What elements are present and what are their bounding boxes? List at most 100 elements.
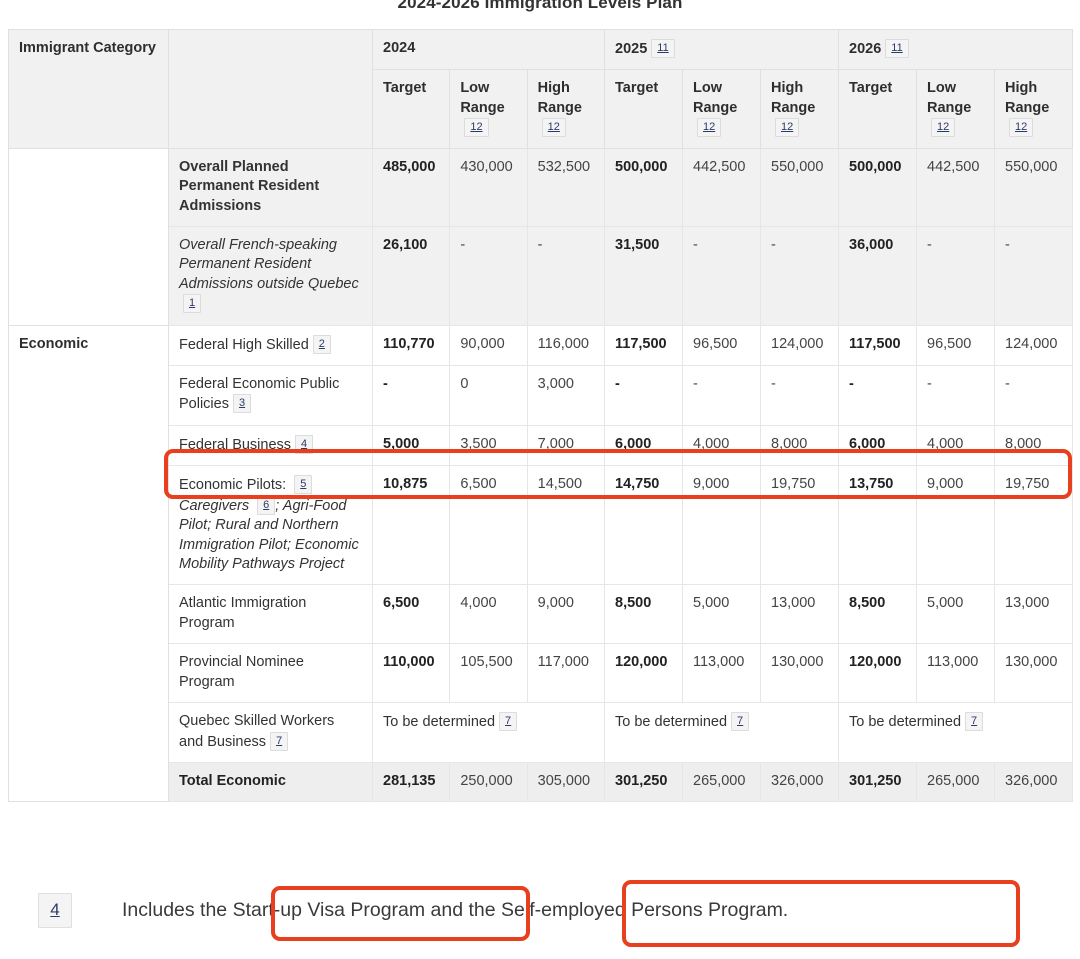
- footnote-ref-11[interactable]: 11: [885, 39, 909, 58]
- cell-2026-low: 9,000: [916, 465, 995, 586]
- table-row: Quebec Skilled Workers and Business 7 To …: [9, 702, 1073, 763]
- cell-2025-target: 31,500: [604, 225, 683, 326]
- footnote-marker-4[interactable]: 4: [38, 893, 72, 928]
- cell-2025-target: 500,000: [604, 147, 683, 227]
- cell-2024-target: 110,000: [371, 643, 451, 704]
- footnote-ref-12[interactable]: 12: [464, 118, 489, 138]
- row-label-federal-economic-public-policies: Federal Economic Public Policies 3: [168, 365, 373, 426]
- cell-2026-target: -: [838, 365, 917, 426]
- cell-2026-high: 130,000: [994, 643, 1073, 704]
- footnote-block: 4 Includes the Start-up Visa Program and…: [8, 893, 1072, 928]
- row-label-quebec-skilled-workers: Quebec Skilled Workers and Business 7: [168, 702, 373, 763]
- row-label-total-economic: Total Economic: [168, 761, 373, 803]
- footnote-ref-12[interactable]: 12: [931, 118, 956, 138]
- cell-2024-tbd: To be determined 7: [372, 702, 605, 763]
- cell-2024-target: 6,500: [371, 584, 451, 645]
- footnote-ref-7[interactable]: 7: [731, 712, 750, 732]
- row-label-atlantic-immigration-program: Atlantic Immigration Program: [168, 584, 373, 645]
- table-body: Overall Planned Permanent Resident Admis…: [8, 147, 1073, 803]
- footnote-ref-1[interactable]: 1: [183, 294, 202, 314]
- cell-2026-high: 8,000: [994, 424, 1073, 467]
- cell-2024-high: 9,000: [526, 584, 606, 645]
- footnote-ref-4[interactable]: 4: [295, 434, 314, 454]
- cell-2024-high: 305,000: [526, 761, 606, 803]
- footnote-ref-12[interactable]: 12: [1009, 118, 1034, 138]
- cell-2024-low: 250,000: [449, 761, 528, 803]
- cell-2025-low: 9,000: [682, 465, 761, 586]
- footnote-ref-11[interactable]: 11: [651, 39, 675, 58]
- table-row-total-economic: Total Economic 281,135 250,000 305,000 3…: [9, 761, 1073, 803]
- cell-2026-low: -: [916, 225, 995, 326]
- cell-2025-low: 113,000: [682, 643, 761, 704]
- header-2026-low-range: Low Range12: [916, 69, 995, 149]
- cell-2026-low: -: [916, 365, 995, 426]
- table-row: Federal Economic Public Policies 3 - 0 3,…: [9, 365, 1073, 426]
- cell-2024-low: 0: [449, 365, 528, 426]
- cell-2025-high: -: [760, 365, 839, 426]
- cell-2024-high: -: [526, 225, 606, 326]
- cell-2025-low: 96,500: [682, 324, 761, 367]
- cell-2025-low: -: [682, 365, 761, 426]
- table-header: Immigrant Category 2024 2025 11 2026 11 Ta…: [8, 28, 1073, 149]
- cell-2024-low: 105,500: [449, 643, 528, 704]
- row-label-overall-planned: Overall Planned Permanent Resident Admis…: [168, 147, 373, 227]
- category-cell-blank: [8, 147, 169, 326]
- cell-2026-low: 96,500: [916, 324, 995, 367]
- header-2026-high-range: High Range12: [994, 69, 1073, 149]
- table-row-federal-business: Federal Business 4 5,000 3,500 7,000 6,00…: [9, 424, 1073, 467]
- header-2024-target: Target: [371, 69, 451, 149]
- cell-2024-target: 10,875: [371, 465, 451, 586]
- footnote-ref-6[interactable]: 6: [257, 495, 276, 515]
- cell-2024-low: 430,000: [449, 147, 528, 227]
- cell-2024-high: 14,500: [526, 465, 606, 586]
- footnote-ref-7[interactable]: 7: [499, 712, 518, 732]
- cell-2026-high: 19,750: [994, 465, 1073, 586]
- cell-2025-high: 326,000: [760, 761, 839, 803]
- footnote-ref-7[interactable]: 7: [270, 731, 289, 751]
- row-label-federal-business: Federal Business 4: [168, 424, 373, 467]
- cell-2026-high: 550,000: [994, 147, 1073, 227]
- cell-2025-target: 8,500: [604, 584, 683, 645]
- cell-2025-target: -: [604, 365, 683, 426]
- cell-2025-target: 14,750: [604, 465, 683, 586]
- footnote-ref-12[interactable]: 12: [541, 118, 566, 138]
- footnote-ref-7[interactable]: 7: [965, 712, 984, 732]
- table-row: Atlantic Immigration Program 6,500 4,000…: [9, 584, 1073, 645]
- cell-2026-target: 120,000: [838, 643, 917, 704]
- cell-2025-target: 6,000: [604, 424, 683, 467]
- cell-2026-high: 326,000: [994, 761, 1073, 803]
- cell-2024-high: 117,000: [526, 643, 606, 704]
- footnote-ref-5[interactable]: 5: [294, 475, 313, 495]
- cell-2025-low: 4,000: [682, 424, 761, 467]
- cell-2025-target: 301,250: [604, 761, 683, 803]
- cell-2026-low: 4,000: [916, 424, 995, 467]
- cell-2024-low: 6,500: [449, 465, 528, 586]
- document-page: 2024-2026 Immigration Levels Plan Immigr…: [0, 0, 1080, 959]
- cell-2026-target: 301,250: [838, 761, 917, 803]
- cell-2024-low: 90,000: [449, 324, 528, 367]
- header-2025-low-range: Low Range12: [682, 69, 761, 149]
- header-2025-high-range: High Range12: [760, 69, 839, 149]
- cell-2026-high: 13,000: [994, 584, 1073, 645]
- cell-2025-high: 19,750: [760, 465, 839, 586]
- cell-2024-low: 4,000: [449, 584, 528, 645]
- row-label-economic-pilots-caregivers: Caregivers: [179, 497, 254, 514]
- cell-2026-target: 8,500: [838, 584, 917, 645]
- header-year-2024: 2024: [372, 28, 605, 71]
- table-title: 2024-2026 Immigration Levels Plan: [397, 0, 683, 12]
- cell-2026-high: -: [994, 225, 1073, 326]
- cell-2025-high: 124,000: [760, 324, 839, 367]
- header-row-years: Immigrant Category 2024 2025 11 2026 11: [8, 28, 1073, 149]
- cell-2024-high: 116,000: [526, 324, 606, 367]
- header-year-2025: 2025 11: [604, 28, 839, 71]
- cell-2024-target: 5,000: [371, 424, 451, 467]
- category-cell-economic: Economic: [8, 324, 169, 803]
- footnote-ref-12[interactable]: 12: [775, 118, 800, 138]
- cell-2026-low: 265,000: [916, 761, 995, 803]
- footnote-ref-2[interactable]: 2: [312, 334, 331, 354]
- footnote-ref-3[interactable]: 3: [232, 394, 252, 414]
- footnote-ref-12[interactable]: 12: [697, 118, 722, 138]
- table-row: Provincial Nominee Program 110,000 105,5…: [9, 643, 1073, 704]
- cell-2026-target: 117,500: [838, 324, 917, 367]
- cell-2025-tbd: To be determined 7: [604, 702, 839, 763]
